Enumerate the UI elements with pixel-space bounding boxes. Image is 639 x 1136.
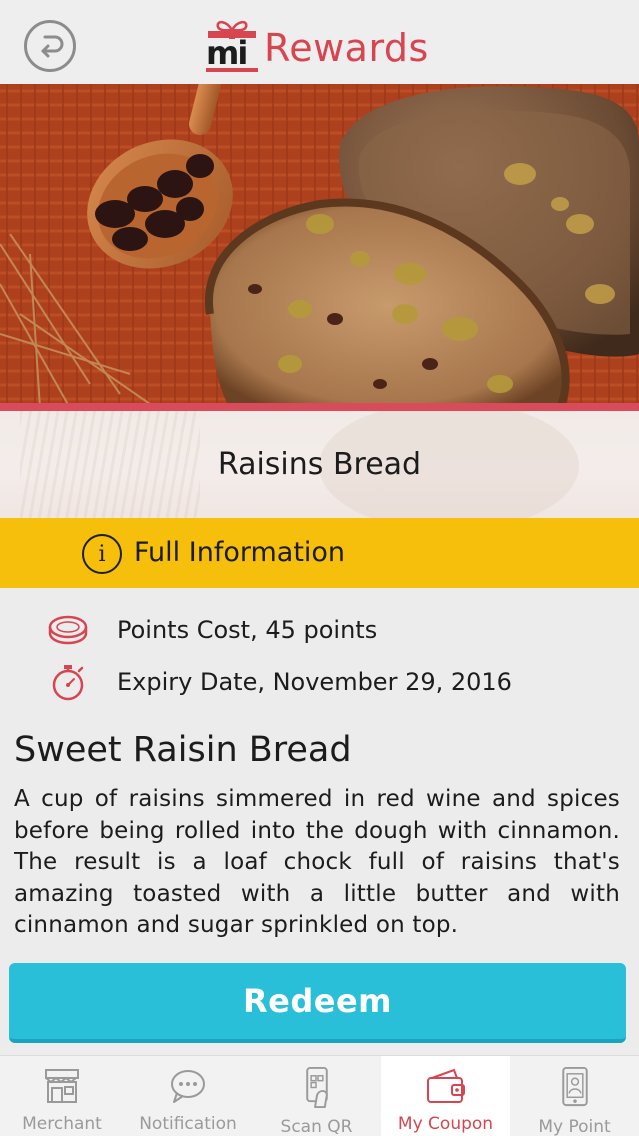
app-header: mi Rewards [0, 0, 639, 84]
expiry-date-row: Expiry Date, November 29, 2016 [46, 662, 512, 702]
hero-accent-bar [0, 403, 639, 411]
back-arrow-icon [41, 35, 64, 58]
phone-profile-icon [561, 1066, 588, 1107]
storefront-icon [45, 1069, 79, 1103]
gift-logo-icon: mi [204, 16, 260, 74]
tab-my-coupon[interactable]: My Coupon [381, 1056, 510, 1136]
tab-label-notification: Notification [139, 1114, 237, 1134]
app-logo: mi Rewards [204, 14, 429, 74]
stopwatch-icon [46, 662, 90, 702]
coupon-title-area: Raisins Bread [0, 411, 639, 518]
chat-bubble-icon [171, 1070, 205, 1103]
expiry-date-text: Expiry Date, November 29, 2016 [117, 668, 512, 696]
tab-label-my-point: My Point [538, 1117, 611, 1136]
description-text: A cup of raisins simmered in red wine an… [14, 786, 620, 938]
info-icon: i [82, 534, 122, 574]
tab-my-point[interactable]: My Point [510, 1056, 639, 1136]
tab-notification[interactable]: Notification [124, 1056, 252, 1136]
redeem-button[interactable]: Redeem [9, 963, 626, 1043]
app-title: Rewards [264, 26, 429, 70]
full-information-label: Full Information [134, 537, 346, 568]
tab-label-merchant: Merchant [22, 1114, 102, 1134]
points-cost-row: Points Cost, 45 points [46, 610, 377, 650]
logo-mark-text: mi [206, 34, 248, 72]
redeem-button-label: Redeem [243, 982, 392, 1020]
bottom-tab-bar: Merchant Notification Scan QR My Coupon [0, 1055, 639, 1136]
full-information-banner[interactable]: i Full Information [0, 518, 639, 588]
coupon-name: Raisins Bread [217, 447, 422, 482]
points-cost-text: Points Cost, 45 points [117, 616, 378, 644]
wallet-icon [426, 1068, 465, 1103]
tab-label-scan-qr: Scan QR [280, 1117, 353, 1136]
tab-label-my-coupon: My Coupon [397, 1114, 494, 1134]
tab-merchant[interactable]: Merchant [0, 1056, 124, 1136]
tab-scan-qr[interactable]: Scan QR [252, 1056, 381, 1136]
back-button[interactable] [24, 20, 76, 72]
phone-scan-icon [305, 1066, 328, 1109]
description-title: Sweet Raisin Bread [14, 730, 352, 770]
coupon-hero-image [0, 84, 639, 408]
coin-icon [46, 610, 90, 650]
